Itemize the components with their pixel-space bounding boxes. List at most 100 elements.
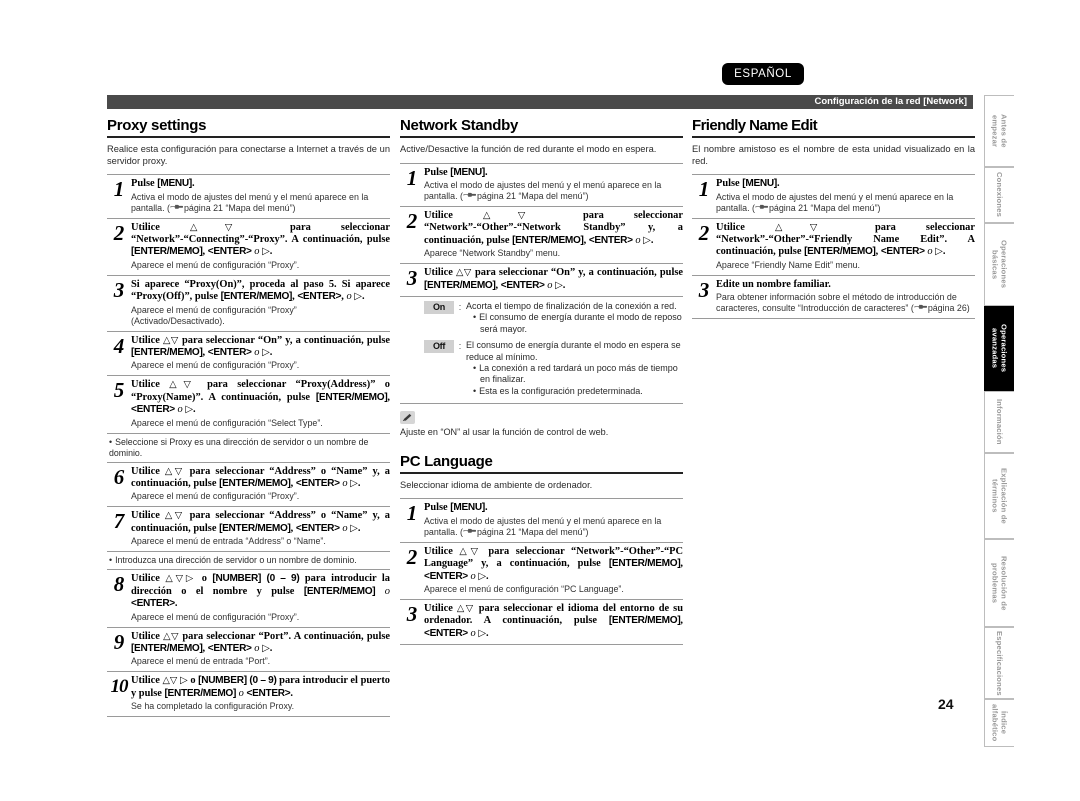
side-tab-8[interactable]: Índice alfabético bbox=[984, 699, 1014, 747]
step-body: Edite un nombre familiar. Para obtener in… bbox=[716, 279, 975, 314]
onoff-bullets: La conexión a red tardará un poco más de… bbox=[466, 363, 683, 397]
side-tab-label: Resolución de problemas bbox=[990, 555, 1009, 611]
step-number: 2 bbox=[406, 544, 418, 569]
onoff-bullet: La conexión a red tardará un poco más de… bbox=[473, 363, 683, 386]
side-tab-7[interactable]: Especificaciones bbox=[984, 627, 1014, 699]
step-description: Se ha completado la configuración Proxy. bbox=[131, 701, 295, 712]
step-number: 3 bbox=[406, 601, 418, 626]
onoff-bullet: Esta es la configuración predeterminada. bbox=[473, 386, 683, 397]
page-number: 24 bbox=[938, 696, 954, 712]
step-heading: Edite un nombre familiar. bbox=[716, 278, 831, 290]
step-heading: Utilice △▽ para seleccionar “Port”. A co… bbox=[131, 630, 390, 654]
page-reference-icon bbox=[463, 528, 477, 536]
step-body: Utilice △▽ para seleccionar “Network”-“O… bbox=[424, 210, 683, 259]
step-number: 4 bbox=[113, 333, 125, 358]
step-item: 7 Utilice △▽ para seleccionar “Address” o… bbox=[107, 507, 390, 553]
step-description: Aparece el menú de configuración “Proxy”… bbox=[131, 360, 300, 371]
side-tab-label: Índice alfabético bbox=[990, 704, 1009, 742]
pencil-icon bbox=[400, 411, 415, 425]
step-description: Activa el modo de ajustes del menú y el … bbox=[424, 515, 662, 537]
step-item: 4 Utilice △▽ para seleccionar “On” y, a c… bbox=[107, 332, 390, 377]
step-heading: Pulse [MENU]. bbox=[131, 178, 195, 190]
step-item: 6 Utilice △▽ para seleccionar “Address” o… bbox=[107, 463, 390, 508]
page-reference-icon bbox=[755, 204, 769, 212]
step-body: Pulse [MENU]. Activa el modo de ajustes d… bbox=[131, 178, 390, 213]
step-description: Para obtener información sobre el método… bbox=[716, 292, 970, 314]
step-heading: Utilice △▽ para seleccionar “Address” o … bbox=[131, 510, 390, 534]
onoff-colon: : bbox=[458, 302, 462, 313]
step-item: 3 Utilice △▽ para seleccionar “On” y, a c… bbox=[400, 264, 683, 298]
side-tab-label: Información bbox=[995, 399, 1004, 445]
onoff-row: On: Acorta el tiempo de finalización de l… bbox=[400, 301, 683, 335]
step-item: 8 Utilice △▽▷ o [NUMBER] (0 – 9) para int… bbox=[107, 570, 390, 628]
step-description: Activa el modo de ajustes del menú y el … bbox=[424, 180, 662, 201]
step-item: 1 Pulse [MENU]. Activa el modo de ajustes … bbox=[692, 175, 975, 219]
pencil-note-network-standby: Ajuste en “ON” al usar la función de con… bbox=[400, 404, 683, 438]
intro-friendly-name-edit: El nombre amistoso es el nombre de esta … bbox=[692, 144, 975, 166]
side-tab-5[interactable]: Explicación de términos bbox=[984, 453, 1014, 539]
step-item: 2 Utilice △▽ para seleccionar “Network”-“… bbox=[400, 207, 683, 265]
onoff-tag: Off bbox=[424, 340, 454, 354]
step-list-pc-language: 1 Pulse [MENU]. Activa el modo de ajustes … bbox=[400, 498, 684, 646]
onoff-text: Acorta el tiempo de finalización de la c… bbox=[466, 301, 683, 335]
side-tab-3[interactable]: Operaciones avanzadas bbox=[984, 306, 1014, 391]
language-badge: ESPAÑOL bbox=[722, 63, 804, 85]
page-title-proxy-settings: Proxy settings bbox=[107, 117, 390, 138]
page-title-pc-language: PC Language bbox=[400, 453, 683, 474]
step-number: 3 bbox=[406, 266, 418, 291]
step-heading: Utilice △▽ ▷ o [NUMBER] (0 – 9) para int… bbox=[131, 675, 391, 699]
language-badge-label: ESPAÑOL bbox=[734, 68, 792, 80]
page-title-network-standby: Network Standby bbox=[400, 117, 683, 138]
step-item: 3 Utilice △▽ para seleccionar el idioma d… bbox=[400, 600, 684, 646]
step-heading: Pulse [MENU]. bbox=[424, 502, 488, 514]
step-description: Aparece “Friendly Name Edit” menu. bbox=[716, 259, 861, 270]
step-description: Activa el modo de ajustes del menú y el … bbox=[716, 191, 954, 213]
subcolumn-pc-language: PC Language Seleccionar idioma de ambien… bbox=[400, 453, 684, 646]
step-body: Utilice △▽ para seleccionar “Network”-“C… bbox=[131, 222, 390, 271]
intro-proxy-settings: Realice esta configuración para conectar… bbox=[107, 144, 390, 166]
step-number: 3 bbox=[698, 277, 710, 302]
step-item: 10 Utilice △▽ ▷ o [NUMBER] (0 – 9) para i… bbox=[107, 672, 391, 718]
onoff-tag: On bbox=[424, 301, 454, 315]
step-body: Utilice △▽ para seleccionar “Proxy(Addre… bbox=[131, 379, 390, 428]
page-reference-icon bbox=[463, 192, 477, 200]
step-description: Aparece el menú de configuración “Proxy”… bbox=[131, 304, 297, 326]
step-body: Utilice △▽ para seleccionar “Address” o … bbox=[131, 466, 390, 503]
step-body: Pulse [MENU]. Activa el modo de ajustes d… bbox=[424, 502, 683, 537]
side-tab-strip: Antes de empezar Conexiones Operaciones bá… bbox=[984, 95, 1014, 747]
column-friendly-name-edit: Friendly Name Edit El nombre amistoso es… bbox=[692, 117, 975, 320]
step-note: Introduzca una dirección de servidor o u… bbox=[107, 552, 390, 571]
side-tab-1[interactable]: Conexiones bbox=[984, 167, 1014, 223]
step-heading: Utilice △▽▷ o [NUMBER] (0 – 9) para intr… bbox=[131, 573, 390, 610]
step-heading: Pulse [MENU]. bbox=[424, 166, 488, 178]
step-number: 5 bbox=[113, 378, 125, 403]
step-description: Aparece “Network Standby” menu. bbox=[424, 248, 561, 259]
step-description: Aparece el menú de configuración “Proxy”… bbox=[131, 611, 300, 622]
side-tab-0[interactable]: Antes de empezar bbox=[984, 95, 1014, 167]
step-item: 2 Utilice △▽ para seleccionar “Network”-“… bbox=[692, 219, 975, 276]
side-tab-4[interactable]: Información bbox=[984, 391, 1014, 453]
side-tab-label: Especificaciones bbox=[995, 630, 1004, 696]
step-item: 2 Utilice △▽ para seleccionar “Network”-“… bbox=[107, 219, 390, 276]
intro-pc-language: Seleccionar idioma de ambiente de ordena… bbox=[400, 479, 593, 490]
step-list-proxy: 1 Pulse [MENU]. Activa el modo de ajustes … bbox=[107, 174, 391, 718]
side-tab-6[interactable]: Resolución de problemas bbox=[984, 539, 1014, 627]
step-heading: Utilice △▽ para seleccionar el idioma de… bbox=[424, 602, 684, 639]
page-reference-icon bbox=[914, 304, 927, 312]
step-description: Aparece el menú de configuración “Proxy”… bbox=[131, 259, 300, 270]
step-item: 1 Pulse [MENU]. Activa el modo de ajustes … bbox=[400, 164, 683, 207]
page-title-friendly-name-edit: Friendly Name Edit bbox=[692, 117, 975, 138]
step-number: 2 bbox=[698, 220, 710, 245]
step-number: 2 bbox=[406, 209, 418, 233]
step-heading: Utilice △▽ para seleccionar “Network”-“O… bbox=[716, 221, 975, 258]
step-number: 1 bbox=[113, 177, 125, 202]
step-number: 9 bbox=[113, 629, 125, 654]
side-tab-2[interactable]: Operaciones básicas bbox=[984, 223, 1014, 306]
step-number: 1 bbox=[406, 165, 418, 190]
step-item: 9 Utilice △▽ para seleccionar “Port”. A c… bbox=[107, 628, 390, 673]
pencil-note-text: Ajuste en “ON” al usar la función de con… bbox=[400, 427, 609, 438]
step-item: 3 Si aparece “Proxy(On)”, proceda al paso… bbox=[107, 276, 390, 332]
side-tab-label: Operaciones básicas bbox=[990, 240, 1009, 289]
side-tab-label: Conexiones bbox=[995, 172, 1004, 218]
step-heading: Utilice △▽ para seleccionar “On” y, a co… bbox=[131, 334, 390, 359]
